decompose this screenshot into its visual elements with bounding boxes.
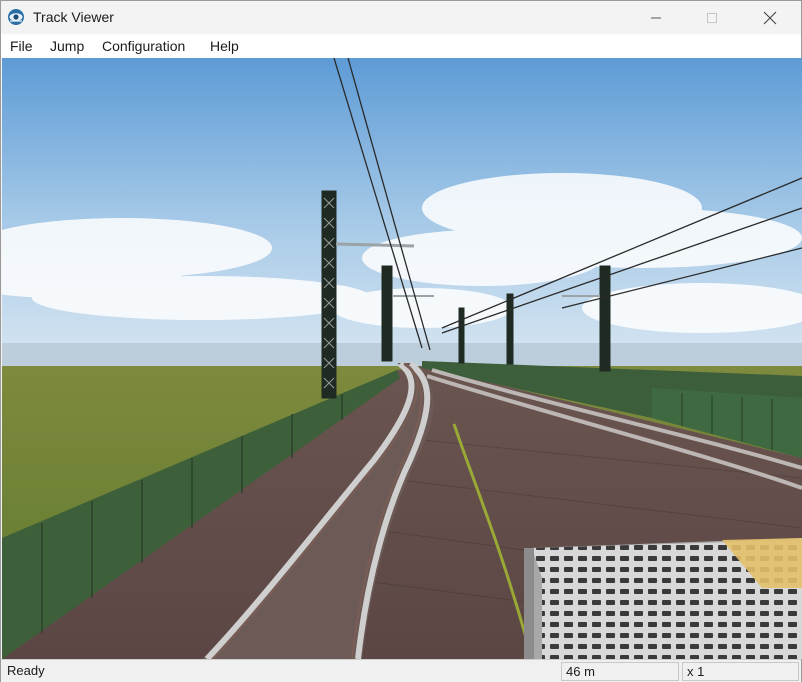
window-title: Track Viewer	[33, 9, 114, 25]
minimize-icon	[651, 17, 661, 18]
status-bar: Ready 46 m x 1	[1, 659, 801, 682]
close-icon	[763, 11, 777, 24]
app-icon	[8, 9, 24, 25]
minimize-button[interactable]	[633, 1, 679, 34]
vehicle-roof	[524, 538, 802, 659]
status-distance: 46 m	[561, 662, 679, 681]
close-button[interactable]	[747, 1, 793, 34]
menu-configuration[interactable]: Configuration	[102, 38, 185, 54]
railway-scene	[2, 58, 802, 659]
menu-file[interactable]: File	[10, 38, 33, 54]
title-bar[interactable]: Track Viewer	[1, 1, 801, 34]
status-speed: x 1	[682, 662, 799, 681]
menu-bar: File Jump Configuration Help	[1, 34, 801, 58]
track-3d-viewport[interactable]	[2, 58, 802, 659]
track-viewer-window: Track Viewer File Jump Configuration Hel…	[0, 0, 802, 682]
maximize-button[interactable]	[689, 1, 735, 34]
menu-help[interactable]: Help	[210, 38, 239, 54]
status-message: Ready	[3, 662, 558, 681]
maximize-icon	[707, 12, 717, 23]
menu-jump[interactable]: Jump	[50, 38, 84, 54]
